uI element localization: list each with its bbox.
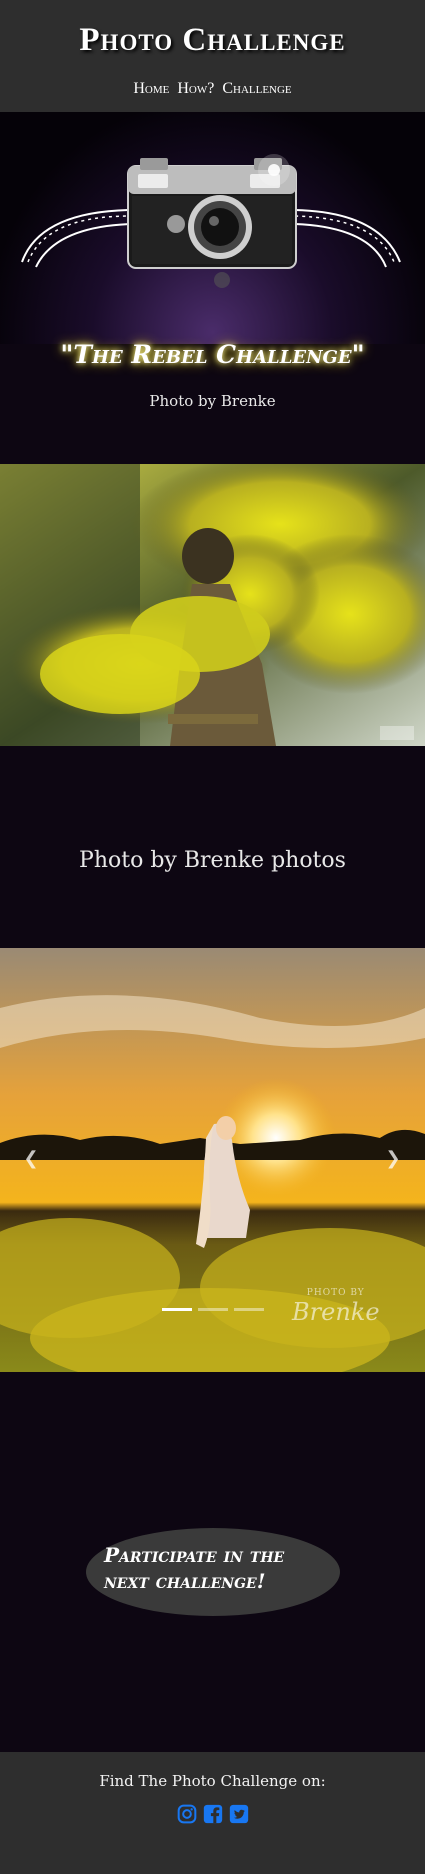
smoke-photo-image bbox=[0, 464, 425, 746]
challenge-photo bbox=[0, 464, 425, 746]
photographer-watermark: PHOTO BY Brenke bbox=[292, 1288, 380, 1326]
site-title: Photo Challenge bbox=[79, 22, 346, 58]
site-header: Photo Challenge Home How? Challenge bbox=[0, 0, 425, 112]
hero-camera-image bbox=[0, 112, 425, 344]
chevron-left-icon[interactable]: ❮ bbox=[20, 1148, 42, 1170]
nav-how-link[interactable]: How? bbox=[177, 80, 214, 98]
carousel-indicators bbox=[162, 1308, 264, 1311]
participate-button[interactable]: Participate in the next challenge! bbox=[86, 1528, 340, 1616]
chevron-right-icon[interactable]: ❯ bbox=[382, 1148, 404, 1170]
nav-home-link[interactable]: Home bbox=[133, 80, 169, 98]
main-nav: Home How? Challenge bbox=[0, 80, 425, 98]
carousel-indicator[interactable] bbox=[234, 1308, 264, 1311]
gallery-credit: Photo by Brenke photos bbox=[79, 848, 346, 873]
photo-credit: Photo by Brenke bbox=[149, 392, 276, 410]
watermark-name: Brenke bbox=[292, 1298, 380, 1326]
nav-challenge-link[interactable]: Challenge bbox=[222, 80, 291, 98]
site-footer: Find The Photo Challenge on: bbox=[0, 1752, 425, 1874]
challenge-title: "The Rebel Challenge" bbox=[60, 340, 365, 369]
footer-text: Find The Photo Challenge on: bbox=[99, 1772, 326, 1790]
instagram-icon[interactable] bbox=[177, 1804, 197, 1824]
facebook-icon[interactable] bbox=[203, 1804, 223, 1824]
photo-carousel[interactable]: ❮ ❯ PHOTO BY Brenke bbox=[0, 948, 425, 1372]
social-links bbox=[0, 1804, 425, 1824]
carousel-indicator[interactable] bbox=[162, 1308, 192, 1311]
twitter-icon[interactable] bbox=[229, 1804, 249, 1824]
watermark-caption: PHOTO BY bbox=[306, 1288, 365, 1298]
carousel-indicator[interactable] bbox=[198, 1308, 228, 1311]
camera-illustration bbox=[21, 154, 401, 288]
participate-label: Participate in the next challenge! bbox=[104, 1543, 285, 1593]
